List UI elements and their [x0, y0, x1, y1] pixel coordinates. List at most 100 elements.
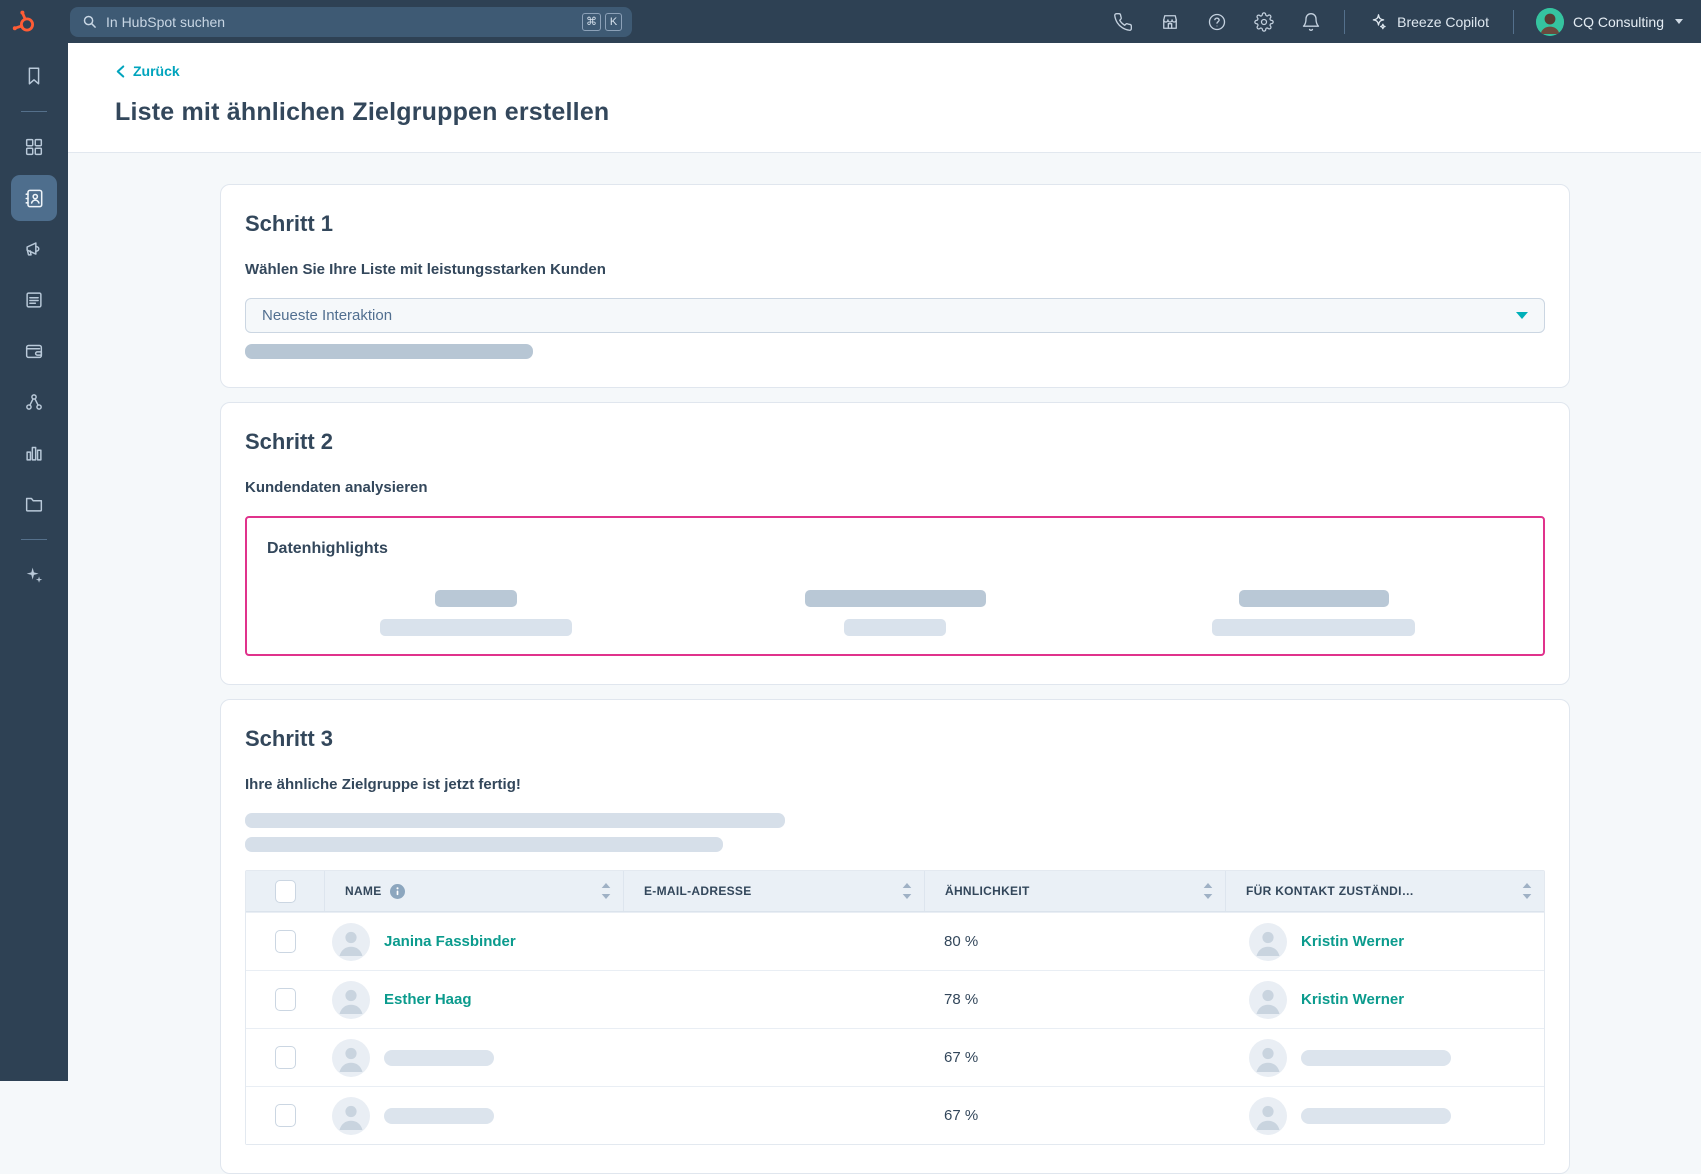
account-menu[interactable]: CQ Consulting — [1524, 8, 1683, 36]
contact-name-link[interactable]: Janina Fassbinder — [384, 933, 516, 950]
sort-icon[interactable] — [601, 883, 611, 899]
column-header-name[interactable]: NAME — [324, 871, 623, 911]
search-shortcut: ⌘ K — [582, 13, 622, 31]
select-all-cell — [246, 871, 324, 911]
page-title: Liste mit ähnlichen Zielgruppen erstelle… — [115, 98, 1701, 127]
folder-icon — [23, 493, 45, 515]
avatar — [1249, 1097, 1287, 1135]
chevron-down-icon — [1675, 19, 1683, 24]
marketplace-icon[interactable] — [1146, 0, 1193, 43]
help-icon[interactable] — [1193, 0, 1240, 43]
data-highlights-title: Datenhighlights — [267, 540, 1523, 558]
column-label: E-MAIL-ADRESSE — [644, 884, 752, 898]
table-header: NAME — [246, 871, 1544, 912]
settings-icon[interactable] — [1240, 0, 1287, 43]
step3-card: Schritt 3 Ihre ähnliche Zielgruppe ist j… — [220, 699, 1570, 1174]
redacted-name-skeleton — [384, 1050, 494, 1066]
main-content: Zurück Liste mit ähnlichen Zielgruppen e… — [68, 43, 1701, 1081]
step1-label: Wählen Sie Ihre Liste mit leistungsstark… — [245, 261, 1545, 278]
owner-link[interactable]: Kristin Werner — [1301, 991, 1404, 1008]
sidebar-item-contacts[interactable] — [11, 175, 57, 221]
notifications-icon[interactable] — [1287, 0, 1334, 43]
highlights-skeleton-row — [267, 590, 1523, 636]
k-key-badge: K — [605, 13, 622, 31]
sidebar-item-commerce[interactable] — [11, 328, 57, 374]
row-checkbox[interactable] — [275, 930, 296, 953]
cmd-key-badge: ⌘ — [582, 13, 601, 31]
phone-icon[interactable] — [1099, 0, 1146, 43]
contacts-icon — [23, 187, 46, 210]
sidebar-navigation — [0, 43, 68, 1081]
workflow-icon — [23, 391, 45, 413]
back-label: Zurück — [133, 63, 180, 79]
avatar — [332, 981, 370, 1019]
column-label: FÜR KONTAKT ZUSTÄNDI… — [1246, 884, 1414, 898]
sparkle-icon — [1369, 12, 1388, 31]
sidebar-item-files[interactable] — [11, 481, 57, 527]
avatar — [332, 923, 370, 961]
owner-link[interactable]: Kristin Werner — [1301, 933, 1404, 950]
step3-label: Ihre ähnliche Zielgruppe ist jetzt ferti… — [245, 776, 1545, 793]
sort-icon[interactable] — [1203, 883, 1213, 899]
topnav-actions: Breeze Copilot CQ Consulting — [1099, 0, 1701, 43]
highlight-skeleton-col — [686, 590, 1105, 636]
nav-divider — [1513, 10, 1514, 34]
search-placeholder: In HubSpot suchen — [106, 14, 582, 30]
table-row: 67 % — [246, 1086, 1544, 1144]
search-input[interactable]: In HubSpot suchen ⌘ K — [70, 7, 632, 37]
content-area: Schritt 1 Wählen Sie Ihre Liste mit leis… — [68, 153, 1701, 1174]
row-checkbox[interactable] — [275, 988, 296, 1011]
customer-list-select[interactable]: Neueste Interaktion — [245, 298, 1545, 333]
step1-card: Schritt 1 Wählen Sie Ihre Liste mit leis… — [220, 184, 1570, 388]
column-header-email[interactable]: E-MAIL-ADRESSE — [623, 871, 924, 911]
account-name: CQ Consulting — [1573, 14, 1664, 30]
sidebar-item-copilot[interactable] — [11, 552, 57, 598]
table-row: Janina Fassbinder 80 % Kristin Werner — [246, 912, 1544, 970]
info-icon[interactable] — [390, 884, 405, 899]
sidebar-divider — [21, 539, 47, 540]
chevron-left-icon — [115, 65, 126, 78]
back-link[interactable]: Zurück — [115, 63, 180, 79]
sort-icon[interactable] — [902, 883, 912, 899]
sort-icon[interactable] — [1522, 883, 1532, 899]
sidebar-item-reporting[interactable] — [11, 430, 57, 476]
similarity-value: 80 % — [924, 933, 1225, 950]
loading-skeleton — [1239, 590, 1389, 607]
bar-chart-icon — [23, 442, 45, 464]
column-header-owner[interactable]: FÜR KONTAKT ZUSTÄNDI… — [1225, 871, 1544, 911]
avatar — [1249, 1039, 1287, 1077]
select-all-checkbox[interactable] — [275, 880, 296, 903]
sidebar-item-automation[interactable] — [11, 379, 57, 425]
loading-skeleton — [245, 837, 723, 852]
loading-skeleton — [380, 619, 572, 636]
account-avatar — [1536, 8, 1564, 36]
page-header: Zurück Liste mit ähnlichen Zielgruppen e… — [68, 43, 1701, 153]
row-checkbox[interactable] — [275, 1046, 296, 1069]
grid-icon — [23, 136, 45, 158]
step2-card: Schritt 2 Kundendaten analysieren Datenh… — [220, 402, 1570, 685]
row-checkbox[interactable] — [275, 1104, 296, 1127]
sidebar-item-workspace[interactable] — [11, 124, 57, 170]
column-label: ÄHNLICHKEIT — [945, 884, 1030, 898]
document-icon — [23, 289, 45, 311]
sidebar-item-bookmarks[interactable] — [11, 53, 57, 99]
redacted-name-skeleton — [384, 1108, 494, 1124]
avatar — [1249, 981, 1287, 1019]
similarity-value: 67 % — [924, 1049, 1225, 1066]
contact-name-link[interactable]: Esther Haag — [384, 991, 472, 1008]
redacted-owner-skeleton — [1301, 1050, 1451, 1066]
loading-skeleton — [1212, 619, 1415, 636]
similarity-value: 67 % — [924, 1107, 1225, 1124]
step1-title: Schritt 1 — [245, 211, 1545, 237]
step3-title: Schritt 3 — [245, 726, 1545, 752]
sidebar-item-marketing[interactable] — [11, 226, 57, 272]
breeze-copilot-button[interactable]: Breeze Copilot — [1355, 12, 1503, 31]
loading-skeleton — [805, 590, 986, 607]
top-navigation: In HubSpot suchen ⌘ K — [0, 0, 1701, 43]
data-highlights-panel: Datenhighlights — [245, 516, 1545, 656]
bookmark-icon — [23, 65, 45, 87]
hubspot-logo-icon[interactable] — [0, 8, 48, 35]
column-header-similarity[interactable]: ÄHNLICHKEIT — [924, 871, 1225, 911]
loading-skeleton — [245, 344, 533, 359]
sidebar-item-content[interactable] — [11, 277, 57, 323]
